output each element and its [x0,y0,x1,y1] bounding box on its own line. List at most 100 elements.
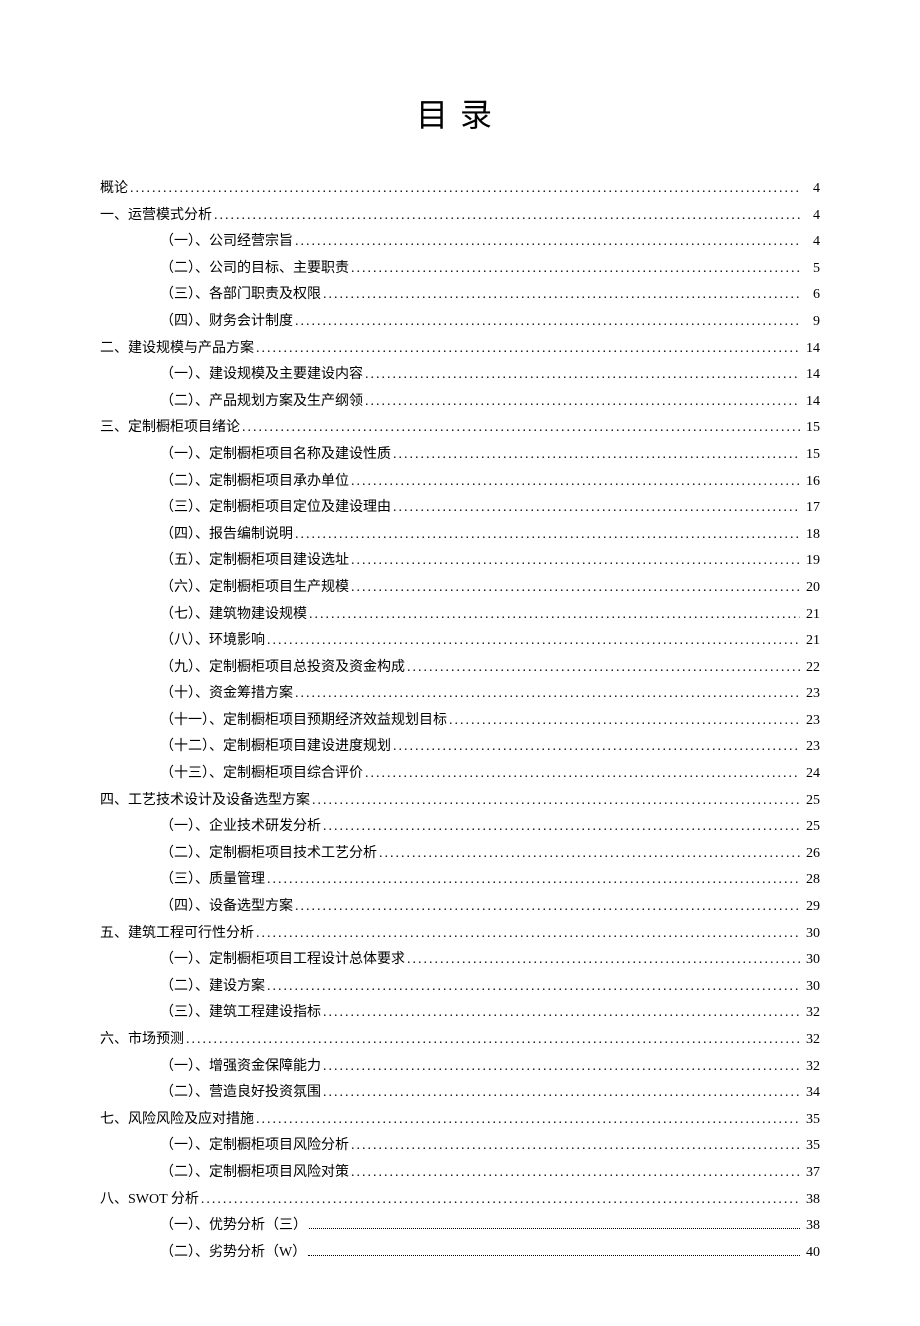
toc-entry: 三、定制橱柜项目绪论15 [100,415,820,442]
toc-label: （一）、公司经营宗旨 [160,229,293,256]
toc-leader-dots [351,1160,800,1187]
toc-page-number: 14 [802,336,820,363]
toc-entry: （二）、定制橱柜项目风险对策37 [100,1160,820,1187]
toc-page-number: 24 [802,761,820,788]
toc-page-number: 40 [802,1240,820,1267]
toc-page-number: 26 [802,841,820,868]
toc-entry: （一）、企业技术研发分析 25 [100,814,820,841]
toc-entry: （二）、劣势分析（W）40 [100,1240,820,1267]
toc-label: 六、市场预测 [100,1027,184,1054]
toc-page-number: 28 [802,867,820,894]
toc-entry: （五）、定制橱柜项目建设选址19 [100,548,820,575]
toc-entry: （七）、建筑物建设规模21 [100,602,820,629]
toc-leader-dots [351,256,800,283]
toc-entry: （二）、产品规划方案及生产纲领14 [100,389,820,416]
toc-page-number: 30 [802,921,820,948]
toc-leader-dots [393,495,800,522]
toc-label: （四）、财务会计制度 [160,309,293,336]
toc-label: （六）、定制橱柜项目生产规模 [160,575,349,602]
toc-label: （一）、定制橱柜项目名称及建设性质 [160,442,391,469]
toc-page-number: 14 [802,362,820,389]
toc-leader-dots [201,1187,800,1214]
toc-leader-dots [312,788,800,815]
toc-leader-dots [130,176,800,203]
toc-label: （二）、定制橱柜项目承办单位 [160,469,349,496]
toc-page-number: 25 [802,814,820,841]
toc-leader-dots [214,203,800,230]
toc-label: （十一）、定制橱柜项目预期经济效益规划目标 [160,708,447,735]
toc-label: 三、定制橱柜项目绪论 [100,415,240,442]
toc-page-number: 18 [802,522,820,549]
toc-leader-dots [267,867,800,894]
toc-entry: 七、风险风险及应对措施35 [100,1107,820,1134]
toc-leader-dots [351,469,800,496]
toc-label: （一）、优势分析（三） [160,1213,307,1240]
toc-page-number: 14 [802,389,820,416]
toc-entry: 二、建设规模与产品方案 14 [100,336,820,363]
toc-page-number: 35 [802,1133,820,1160]
toc-leader-dots [365,389,800,416]
toc-leader-dots [256,921,800,948]
toc-label: 二、建设规模与产品方案 [100,336,254,363]
toc-leader-dots [295,309,800,336]
toc-page-number: 30 [802,974,820,1001]
table-of-contents: 概论4一、运营模式分析4（一）、公司经营宗旨4（二）、公司的目标、主要职责5（三… [100,176,820,1266]
toc-page-number: 22 [802,655,820,682]
toc-leader-dots [323,1054,800,1081]
toc-leader-dots [407,655,800,682]
toc-page-number: 23 [802,734,820,761]
toc-entry: （四）、财务会计制度 9 [100,309,820,336]
toc-entry: （一）、优势分析（三）38 [100,1213,820,1240]
toc-label: （一）、增强资金保障能力 [160,1054,321,1081]
toc-page-number: 34 [802,1080,820,1107]
toc-label: （二）、营造良好投资氛围 [160,1080,321,1107]
toc-page-number: 5 [802,256,820,283]
toc-entry: （六）、定制橱柜项目生产规模 20 [100,575,820,602]
toc-entry: 六、市场预测32 [100,1027,820,1054]
toc-label: 一、运营模式分析 [100,203,212,230]
toc-label: （二）、定制橱柜项目风险对策 [160,1160,349,1187]
toc-entry: （二）、建设方案30 [100,974,820,1001]
toc-leader-dots [295,681,800,708]
toc-entry: （四）、设备选型方案29 [100,894,820,921]
toc-page-number: 17 [802,495,820,522]
toc-page-number: 4 [802,203,820,230]
toc-entry: （二）、定制橱柜项目技术工艺分析26 [100,841,820,868]
toc-entry: （一）、增强资金保障能力 32 [100,1054,820,1081]
toc-label: （一）、企业技术研发分析 [160,814,321,841]
toc-leader-dots [256,336,800,363]
toc-page-number: 6 [802,282,820,309]
toc-page-number: 9 [802,309,820,336]
toc-entry: （九）、定制橱柜项目总投资及资金构成 22 [100,655,820,682]
toc-page-number: 16 [802,469,820,496]
toc-leader-dots [323,814,800,841]
toc-entry: （三）、各部门职责及权限6 [100,282,820,309]
toc-leader-dots [186,1027,800,1054]
toc-page-number: 19 [802,548,820,575]
toc-leader-dots [267,628,800,655]
toc-page-number: 30 [802,947,820,974]
toc-leader-dots [407,947,800,974]
toc-leader-dots [351,548,800,575]
toc-label: （十三）、定制橱柜项目综合评价 [160,761,363,788]
toc-label: （一）、定制橱柜项目风险分析 [160,1133,349,1160]
toc-leader-dots [295,229,800,256]
toc-label: （九）、定制橱柜项目总投资及资金构成 [160,655,405,682]
toc-leader-dots [449,708,800,735]
toc-page-number: 25 [802,788,820,815]
toc-entry: （八）、环境影响21 [100,628,820,655]
toc-label: （十）、资金筹措方案 [160,681,293,708]
toc-label: 五、建筑工程可行性分析 [100,921,254,948]
toc-entry: （十一）、定制橱柜项目预期经济效益规划目标23 [100,708,820,735]
toc-page-number: 38 [802,1187,820,1214]
toc-leader-dots [309,1218,800,1229]
toc-page-number: 4 [802,229,820,256]
toc-page-number: 32 [802,1000,820,1027]
toc-label: （一）、建设规模及主要建设内容 [160,362,363,389]
toc-page-number: 21 [802,628,820,655]
toc-label: 八、SWOT 分析 [100,1187,199,1214]
toc-entry: （四）、报告编制说明18 [100,522,820,549]
toc-page-number: 32 [802,1054,820,1081]
toc-leader-dots [393,442,800,469]
toc-page-number: 20 [802,575,820,602]
